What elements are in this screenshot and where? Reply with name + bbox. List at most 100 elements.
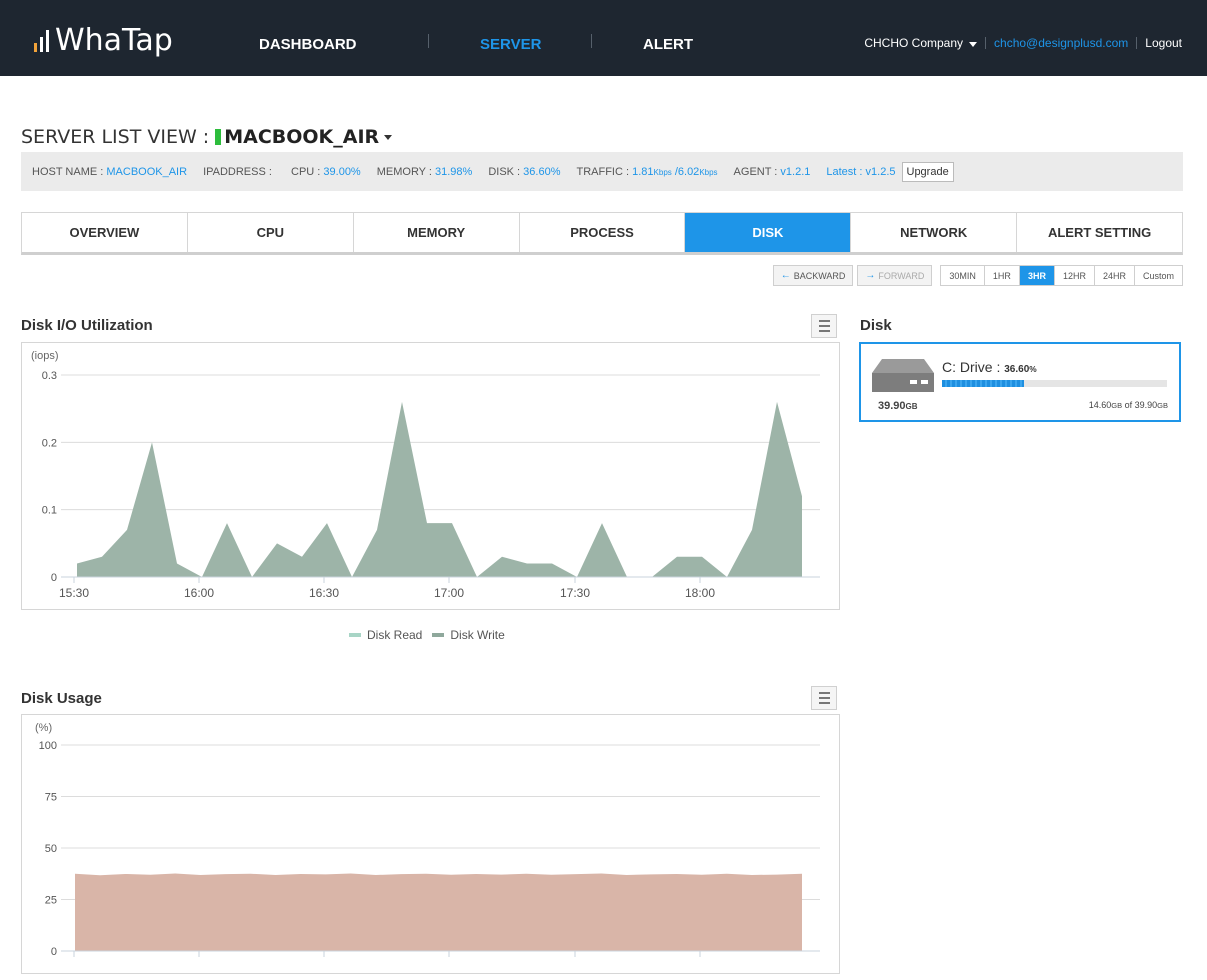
legend-label: Disk Write [450,628,505,642]
drive-percent: 36.60 [1004,364,1030,375]
server-tabs: OVERVIEW CPU MEMORY PROCESS DISK NETWORK… [21,212,1183,255]
tab-alert-setting[interactable]: ALERT SETTING [1017,213,1183,252]
hamburger-menu-icon[interactable] [811,686,837,710]
tab-cpu[interactable]: CPU [187,213,354,252]
io-chart-svg: (iops) 0 0.1 0.2 0.3 15:30 16:00 16:30 17:00 17:3… [31,350,820,600]
disk-value: 36.60% [523,165,561,178]
time-controls: ← BACKWARD → FORWARD 30MIN 1HR 3HR 12HR 24… [772,265,1183,286]
hamburger-menu-icon[interactable] [811,314,837,338]
y-tick-label: 0.1 [42,505,57,517]
user-email-link[interactable]: chcho@designplusd.com [994,36,1128,50]
forward-button[interactable]: → FORWARD [857,265,933,286]
y-axis-label: (iops) [31,350,59,362]
memory-value: 31.98% [435,165,473,178]
range-1hr[interactable]: 1HR [984,266,1020,285]
disk-total-size: 39.90GB [878,400,918,412]
traffic-in-unit: Kbps [653,167,672,177]
cpu-label: CPU : [291,165,321,178]
disk-usage-fill [942,380,1025,387]
nav-alert[interactable]: ALERT [643,36,693,53]
drive-name: C: Drive : [942,359,1001,375]
usage-chart-svg: (%) 0 25 50 75 100 [35,722,820,958]
time-range-selector: 30MIN 1HR 3HR 12HR 24HR Custom [940,265,1183,286]
user-area: CHCHO Company chcho@designplusd.com Logo… [864,36,1182,50]
tab-memory[interactable]: MEMORY [353,213,520,252]
legend-swatch [432,633,445,637]
y-tick-label: 100 [39,740,57,752]
latest-value: v1.2.5 [865,165,896,178]
x-tick-label: 16:00 [184,586,214,600]
whatap-logo[interactable]: WhaTap [34,20,173,60]
nav-separator [428,34,429,48]
disk-panel-title: Disk [860,317,892,334]
tab-overview[interactable]: OVERVIEW [22,213,188,252]
agent-label: AGENT : [733,165,778,178]
y-tick-label: 0 [51,946,57,958]
disk-total-value: 39.90 [1134,400,1158,410]
upgrade-button[interactable]: Upgrade [901,161,954,182]
server-title-prefix: SERVER LIST VIEW : [21,126,210,148]
disk-used-value: 14.60 [1088,400,1112,410]
traffic-out-unit: Kbps [699,167,718,177]
range-3hr[interactable]: 3HR [1019,266,1055,285]
caret-down-icon [969,42,978,47]
disk-usage-bar [942,380,1167,387]
user-separator [1136,37,1138,49]
y-tick-label: 25 [45,895,57,907]
traffic-out-value: 6.02 [677,165,700,178]
host-name-label: HOST NAME : [32,165,104,178]
nav-server[interactable]: SERVER [480,36,541,53]
backward-label: BACKWARD [793,270,846,281]
area-series [75,873,802,951]
disk-card[interactable]: 39.90GB C: Drive : 36.60% 14.60GB of 39.… [859,342,1181,422]
drive-label: C: Drive : 36.60% [942,359,1037,375]
nav-dashboard[interactable]: DASHBOARD [259,36,357,53]
nav-separator [591,34,592,48]
legend-swatch [349,633,361,637]
server-status-indicator [215,129,222,145]
range-30min[interactable]: 30MIN [941,266,985,285]
arrow-right-icon: → [865,270,876,281]
arrow-left-icon: ← [780,270,791,281]
company-selector[interactable]: CHCHO Company [864,36,978,50]
server-title: SERVER LIST VIEW : MACBOOK_AIR [21,126,393,148]
tab-process[interactable]: PROCESS [519,213,686,252]
legend-disk-read[interactable]: Disk Read [349,628,422,642]
disk-label: DISK : [488,165,521,178]
server-selector[interactable]: MACBOOK_AIR [224,126,379,148]
usage-chart-title: Disk Usage [21,690,102,707]
caret-down-icon[interactable] [384,134,393,140]
disk-size-value: 39.90 [878,400,906,412]
hard-drive-icon [872,359,934,392]
agent-value: v1.2.1 [780,165,811,178]
drive-percent-unit: % [1029,364,1037,374]
host-name-value: MACBOOK_AIR [106,165,188,178]
ip-address-label: IPADDRESS : [203,165,272,178]
cpu-value: 39.00% [323,165,361,178]
range-custom[interactable]: Custom [1134,266,1182,285]
legend-disk-write[interactable]: Disk Write [432,628,505,642]
traffic-in-value: 1.81 [632,165,654,178]
tab-disk[interactable]: DISK [685,213,852,252]
disk-total-unit: GB [1157,401,1168,410]
logo-text: WhaTap [55,22,173,58]
x-tick-label: 17:00 [434,586,464,600]
io-chart-title: Disk I/O Utilization [21,317,153,334]
io-chart: (iops) 0 0.1 0.2 0.3 15:30 16:00 16:30 17:00 17:3… [21,342,840,610]
memory-label: MEMORY : [376,165,432,178]
x-tick-label: 17:30 [560,586,590,600]
legend-label: Disk Read [367,628,423,642]
x-tick-label: 16:30 [309,586,339,600]
tab-network[interactable]: NETWORK [851,213,1018,252]
disk-of-text: of [1122,400,1135,410]
area-series [77,401,802,577]
logout-link[interactable]: Logout [1145,36,1182,50]
backward-button[interactable]: ← BACKWARD [772,265,854,286]
range-12hr[interactable]: 12HR [1054,266,1095,285]
latest-label: Latest : [826,165,863,178]
y-tick-label: 0 [51,572,57,584]
disk-used-unit: GB [1111,401,1123,410]
x-tick-label: 18:00 [685,586,715,600]
x-tick-label: 15:30 [59,586,89,600]
range-24hr[interactable]: 24HR [1094,266,1135,285]
